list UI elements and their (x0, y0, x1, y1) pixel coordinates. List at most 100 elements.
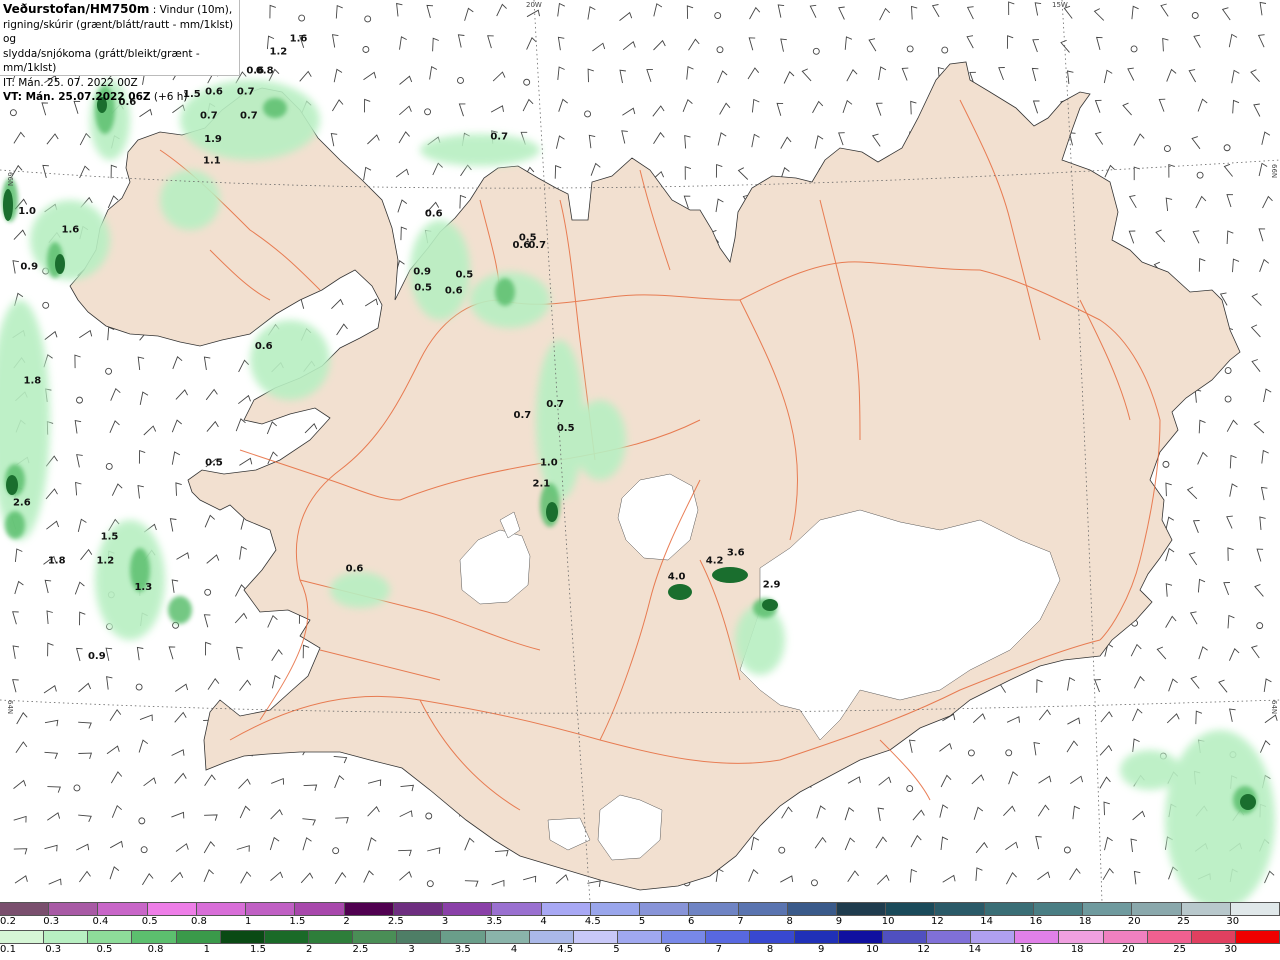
precip-value-label: 1.1 (203, 155, 221, 166)
scale-swatch (662, 931, 707, 943)
precip-value-label: 1.5 (101, 532, 119, 543)
scale-swatch (1132, 903, 1182, 915)
precip-value-label: 0.7 (546, 399, 564, 410)
valid-time: VT: Mán. 25.07.2022 06Z (3, 91, 151, 103)
scale-label: 4.5 (557, 944, 574, 955)
scale-label: 2 (306, 944, 313, 955)
scale-label: 8 (766, 944, 774, 955)
scale-label: 1.5 (250, 944, 266, 955)
scale-label: 16 (1029, 916, 1043, 927)
legend-line-snow: slydda/snjókoma (grátt/bleikt/grænt - mm… (3, 47, 200, 75)
precip-value-label: 0.6 (445, 285, 463, 296)
precip-value-label: 0.9 (88, 651, 106, 662)
scale-label: 4 (510, 944, 518, 955)
scale-label: 3.5 (486, 916, 503, 927)
scale-label: 10 (866, 944, 879, 955)
scale-swatch (443, 903, 493, 915)
scale-swatch (838, 931, 883, 943)
scale-label: 12 (917, 944, 930, 955)
scale-swatch (264, 931, 309, 943)
scale-swatch (1059, 931, 1104, 943)
precip-value-label: 2.6 (13, 497, 31, 508)
scale-label: 18 (1070, 944, 1084, 955)
scale-swatch (176, 931, 221, 943)
precip-value-label: 0.5 (414, 283, 432, 294)
scale-swatch (0, 903, 50, 915)
scale-label: 0.2 (0, 916, 16, 927)
scale-label: 5 (613, 944, 620, 955)
precip-value-label: 0.9 (20, 261, 38, 272)
precip-value-label: 0.7 (200, 110, 218, 121)
scale-label: 25 (1173, 944, 1186, 955)
precip-value-label: 0.7 (528, 240, 546, 251)
snow-color-scale: 0.2 0.3 0.4 0.5 0.8 1 1.5 2 2.5 3 3.5 4 4.5 5 6 7 8 9 10 12… (0, 902, 1280, 928)
scale-label: 0.4 (92, 916, 109, 927)
precip-value-label: 0.6 (346, 564, 364, 575)
scale-label: 7 (737, 916, 744, 927)
precip-value-label: 0.8 (256, 65, 274, 76)
precip-value-label: 0.7 (514, 410, 532, 421)
scale-swatch (246, 903, 296, 915)
precip-value-label: 0.7 (490, 132, 508, 143)
scale-label: 0.3 (45, 944, 62, 955)
scale-label: 3.5 (454, 944, 471, 955)
precip-value-label: 0.6 (255, 341, 273, 352)
scale-swatch (1103, 931, 1148, 943)
scale-swatch (971, 931, 1016, 943)
scale-label: 2 (343, 916, 350, 927)
lat-label-64n-right: 64N (1270, 700, 1278, 714)
scale-swatch (541, 903, 591, 915)
precip-value-label: 0.7 (240, 110, 258, 121)
scale-swatch (344, 903, 394, 915)
precip-value-label: 1.2 (96, 556, 114, 567)
precip-value-label: 0.7 (237, 87, 255, 98)
precip-value-label: 2.1 (533, 479, 551, 490)
rain-scale-bar (0, 930, 1280, 944)
precip-value-label: 1.2 (270, 47, 288, 58)
scale-swatch (794, 931, 839, 943)
scale-swatch (1181, 903, 1231, 915)
precip-value-label: 0.5 (455, 269, 473, 280)
scale-label: 6 (688, 916, 695, 927)
scale-swatch (1147, 931, 1192, 943)
scale-label: 14 (968, 944, 982, 955)
precip-value-label: 4.0 (668, 572, 686, 583)
scale-swatch (0, 931, 45, 943)
snow-scale-bar (0, 902, 1280, 916)
scale-label: 4.5 (584, 916, 601, 927)
scale-label: 8 (786, 916, 793, 927)
legend-line-rain: rigning/skúrir (grænt/blátt/rautt - mm/1… (3, 18, 234, 46)
scale-label: 30 (1224, 944, 1238, 955)
scale-swatch (617, 931, 663, 943)
scale-label: 18 (1078, 916, 1092, 927)
scale-swatch (196, 903, 247, 915)
precip-value-label: 0.9 (413, 267, 431, 278)
scale-label: 0.3 (43, 916, 60, 927)
precip-value-label: 2.9 (763, 579, 781, 590)
scale-swatch (1191, 931, 1236, 943)
scale-swatch (220, 931, 265, 943)
lon-label-20w: 20W (526, 1, 542, 9)
scale-label: 0.5 (96, 944, 113, 955)
snow-scale-labels: 0.2 0.3 0.4 0.5 0.8 1 1.5 2 2.5 3 3.5 4 4.5 5 6 7 8 9 10 12… (0, 916, 1280, 928)
scale-swatch (393, 903, 444, 915)
scale-swatch (640, 903, 690, 915)
rain-scale-labels: 0.1 0.3 0.5 0.8 1 1.5 2 2.5 3 3.5 4 4.5 5 6 7 8 9 10 12 14 1… (0, 944, 1280, 956)
scale-swatch (485, 931, 530, 943)
precip-value-label: 0.6 (425, 208, 443, 219)
scale-label: 2.5 (352, 944, 369, 955)
scale-swatch (1235, 931, 1280, 943)
scale-label: 25 (1177, 916, 1190, 927)
scale-label: 7 (715, 944, 722, 955)
scale-label: 0.8 (190, 916, 207, 927)
scale-label: 3 (408, 944, 415, 955)
scale-swatch (147, 903, 197, 915)
lat-label-66n-left: 66N (6, 172, 14, 186)
scale-swatch (590, 903, 641, 915)
scale-swatch (750, 931, 795, 943)
scale-swatch (882, 931, 927, 943)
scale-label: 16 (1019, 944, 1033, 955)
precip-value-label: 0.5 (205, 458, 223, 469)
precip-value-label: 4.2 (706, 556, 724, 567)
scale-swatch (1230, 903, 1280, 915)
